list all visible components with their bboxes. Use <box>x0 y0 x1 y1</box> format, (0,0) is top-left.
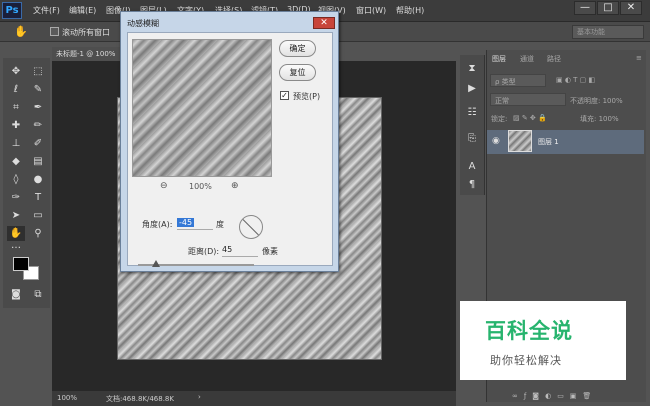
angle-unit: 度 <box>216 220 224 229</box>
quick-mask-icon[interactable]: ◙ <box>7 287 25 302</box>
dialog-close-button[interactable]: ✕ <box>313 17 335 29</box>
tab-paths[interactable]: 路径 <box>547 54 561 64</box>
clone-source-panel-icon[interactable]: ⎘ <box>463 131 481 146</box>
menu-edit[interactable]: 编辑(E) <box>69 5 96 16</box>
workspace-select[interactable]: 基本功能 <box>572 25 644 39</box>
preview-zoom: 100% <box>189 182 212 191</box>
scroll-all-checkbox[interactable] <box>50 27 59 36</box>
scroll-all-label: 滚动所有窗口 <box>62 28 110 37</box>
minimize-button[interactable]: — <box>574 1 596 15</box>
history-panel-icon[interactable]: ⧗ <box>463 61 481 76</box>
screen-mode-icon[interactable]: ⧉ <box>29 287 47 302</box>
dodge-tool-icon[interactable]: ● <box>29 172 47 187</box>
maximize-button[interactable]: □ <box>597 1 619 15</box>
menu-window[interactable]: 窗口(W) <box>356 5 386 16</box>
move-tool-icon[interactable]: ✥ <box>7 64 25 79</box>
crop-tool-icon[interactable]: ⌗ <box>7 100 25 115</box>
visibility-eye-icon[interactable]: ◉ <box>492 136 500 146</box>
lock-label: 锁定: <box>491 115 508 123</box>
hand-icon[interactable]: ✋ <box>14 25 28 38</box>
panel-icon-strip: ⧗ ▶ ☷ ⎘ A ¶ <box>460 55 485 195</box>
tab-channels[interactable]: 通道 <box>520 54 534 64</box>
brush-tool-icon[interactable]: ✏ <box>29 118 47 133</box>
path-select-tool-icon[interactable]: ➤ <box>7 208 25 223</box>
opacity-field[interactable]: 不透明度: 100% <box>570 96 623 106</box>
gradient-tool-icon[interactable]: ▤ <box>29 154 47 169</box>
shape-tool-icon[interactable]: ▭ <box>29 208 47 223</box>
tab-layers[interactable]: 图层 <box>492 54 506 64</box>
properties-panel-icon[interactable]: ☷ <box>463 105 481 120</box>
panel-menu-icon[interactable]: ≡ <box>636 54 642 62</box>
angle-input[interactable]: -45 <box>177 218 213 230</box>
status-arrow-icon[interactable]: › <box>198 393 201 401</box>
lock-icons[interactable]: ▨ ✎ ✥ 🔒 <box>513 114 547 122</box>
blend-mode-select[interactable]: 正常 <box>490 93 566 106</box>
distance-slider-thumb[interactable] <box>152 260 161 267</box>
dialog-title: 动感模糊 <box>127 19 159 28</box>
photoshop-logo: Ps <box>2 2 22 19</box>
filter-preview[interactable] <box>132 39 272 177</box>
pen-tool-icon[interactable]: ✑ <box>7 190 25 205</box>
menu-help[interactable]: 帮助(H) <box>396 5 424 16</box>
status-zoom[interactable]: 100% <box>57 394 77 402</box>
distance-unit: 像素 <box>262 247 278 256</box>
watermark-subtitle: 助你轻松解决 <box>490 354 562 367</box>
menu-file[interactable]: 文件(F) <box>33 5 60 16</box>
foreground-color-swatch[interactable] <box>13 257 29 271</box>
healing-tool-icon[interactable]: ✚ <box>7 118 25 133</box>
paragraph-panel-icon[interactable]: ¶ <box>463 177 481 192</box>
distance-label: 距离(D): <box>188 247 220 256</box>
zoom-in-icon[interactable]: ⊕ <box>231 181 239 191</box>
fill-field[interactable]: 填充: 100% <box>580 114 619 124</box>
preview-checkbox[interactable]: ✓ <box>280 91 289 100</box>
distance-input[interactable]: 45 <box>222 245 258 257</box>
document-tab[interactable]: 未标题-1 @ 100% <box>52 47 122 61</box>
stamp-tool-icon[interactable]: ⊥ <box>7 136 25 151</box>
status-doc-size: 文档:468.8K/468.8K <box>106 395 174 403</box>
ok-button[interactable]: 确定 <box>279 40 316 57</box>
filter-icons[interactable]: ▣ ◐ T ▢ ◧ <box>556 76 595 84</box>
watermark-title: 百科全说 <box>485 319 573 343</box>
dialog-body: 确定 复位 ✓ 预览(P) ⊖ 100% ⊕ 角度(A): -45 度 距离(D… <box>127 32 333 267</box>
angle-dial[interactable] <box>239 215 263 239</box>
layers-footer-icons[interactable]: ∞ƒ◙◐▭▣🗑 <box>512 392 597 400</box>
angle-dial-line <box>241 217 262 238</box>
preview-label: 预览(P) <box>293 92 321 101</box>
layer-filter-select[interactable]: ρ 类型 <box>490 74 546 87</box>
status-bar: 100% 文档:468.8K/468.8K › <box>52 391 456 406</box>
quick-select-tool-icon[interactable]: ✎ <box>29 82 47 97</box>
character-panel-icon[interactable]: A <box>463 159 481 174</box>
marquee-tool-icon[interactable]: ⬚ <box>29 64 47 79</box>
motion-blur-dialog: 动感模糊 ✕ 确定 复位 ✓ 预览(P) ⊖ 100% ⊕ 角度(A): -45… <box>120 11 339 272</box>
more-tools-icon[interactable]: … <box>7 238 25 253</box>
reset-button[interactable]: 复位 <box>279 64 316 81</box>
history-brush-tool-icon[interactable]: ✐ <box>29 136 47 151</box>
zoom-tool-icon[interactable]: ⚲ <box>29 226 47 241</box>
eyedropper-tool-icon[interactable]: ✒ <box>29 100 47 115</box>
actions-panel-icon[interactable]: ▶ <box>463 81 481 96</box>
type-tool-icon[interactable]: T <box>29 190 47 205</box>
angle-label: 角度(A): <box>142 220 173 229</box>
close-window-button[interactable]: ✕ <box>620 1 642 15</box>
eraser-tool-icon[interactable]: ◆ <box>7 154 25 169</box>
lasso-tool-icon[interactable]: ℓ <box>7 82 25 97</box>
zoom-out-icon[interactable]: ⊖ <box>160 181 168 191</box>
layer-name[interactable]: 图层 1 <box>538 137 559 147</box>
layer-thumbnail <box>508 130 532 152</box>
blur-tool-icon[interactable]: ◊ <box>7 172 25 187</box>
